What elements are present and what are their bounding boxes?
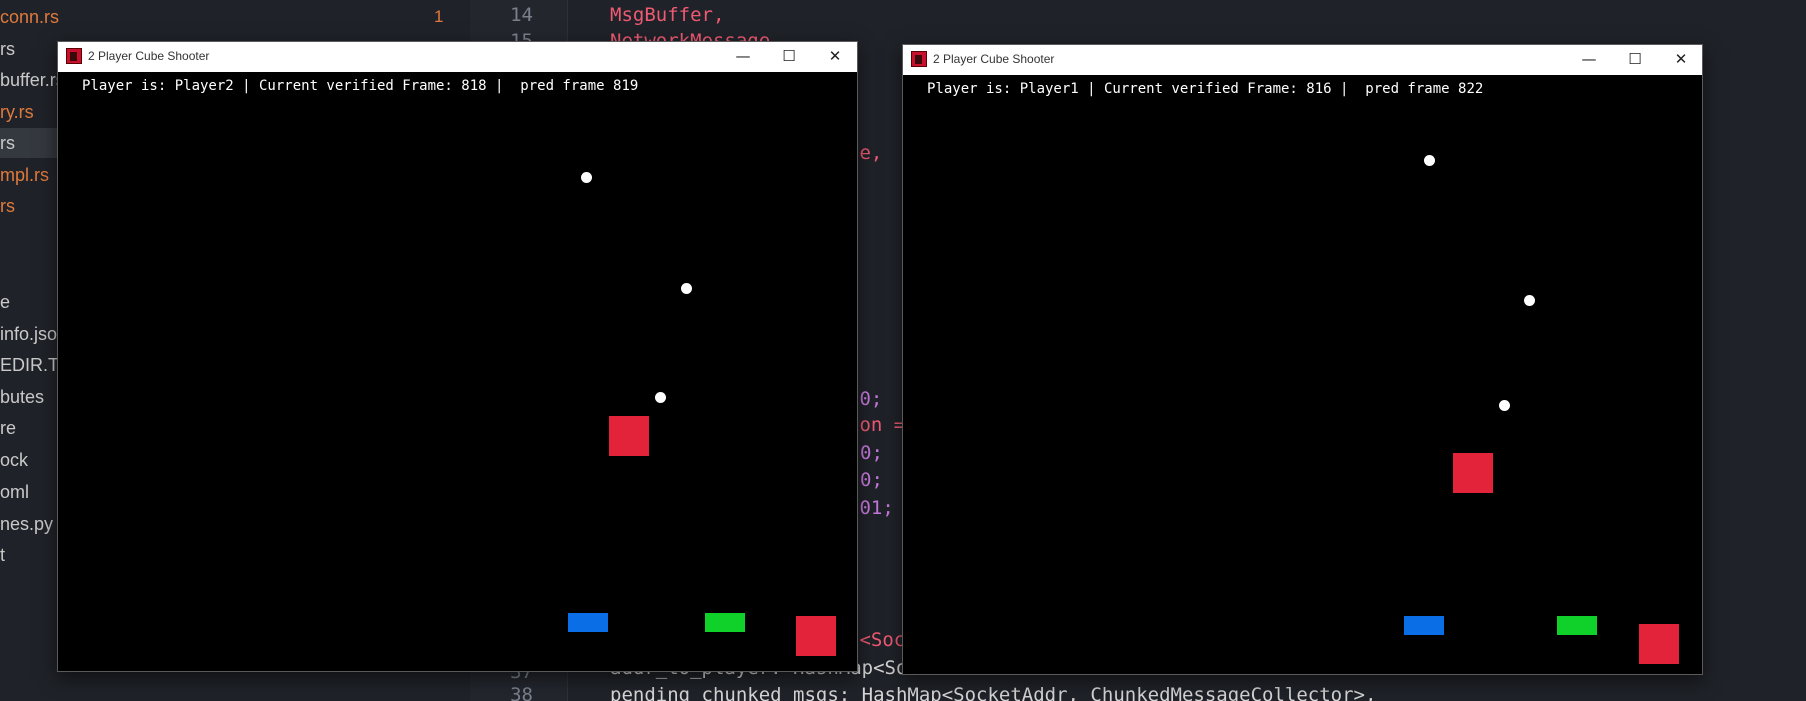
game-canvas[interactable]: Player is: Player2 | Current verified Fr… bbox=[58, 72, 857, 671]
file-explorer-item-label: mpl.rs bbox=[0, 165, 49, 185]
file-explorer-item-label: rs bbox=[0, 196, 15, 216]
window-titlebar[interactable]: 2 Player Cube Shooter — ☐ ✕ bbox=[903, 45, 1702, 75]
bullet bbox=[581, 172, 592, 183]
enemy-cube bbox=[609, 416, 649, 456]
bullet bbox=[1424, 155, 1435, 166]
file-explorer-item[interactable]: butes bbox=[0, 382, 44, 412]
player-blue-block bbox=[1404, 616, 1444, 635]
file-explorer-item[interactable]: nes.py bbox=[0, 509, 53, 539]
game-app-icon bbox=[66, 48, 82, 64]
file-explorer-item[interactable]: e bbox=[0, 287, 10, 317]
maximize-button[interactable]: ☐ bbox=[766, 42, 812, 72]
bullet bbox=[1499, 400, 1510, 411]
game-window-player2[interactable]: 2 Player Cube Shooter — ☐ ✕ Player is: P… bbox=[57, 41, 858, 672]
file-explorer-item[interactable]: mpl.rs bbox=[0, 160, 49, 190]
file-explorer-item-label: conn.rs bbox=[0, 7, 60, 27]
file-explorer-item-label: buffer.rs bbox=[0, 70, 65, 90]
line-number: 14 bbox=[510, 4, 533, 26]
close-button[interactable]: ✕ bbox=[812, 42, 858, 72]
file-explorer-item-label: re bbox=[0, 418, 17, 438]
file-explorer-item-label: butes bbox=[0, 387, 45, 407]
minimize-button[interactable]: — bbox=[1566, 45, 1612, 75]
window-title: 2 Player Cube Shooter bbox=[88, 49, 210, 63]
file-explorer-item-label: rs bbox=[0, 133, 15, 153]
enemy-cube bbox=[1453, 453, 1493, 493]
game-app-icon bbox=[911, 51, 927, 67]
file-explorer-item-label: oml bbox=[0, 482, 30, 502]
file-explorer-item-label: t bbox=[0, 545, 6, 565]
file-explorer-item[interactable]: rs bbox=[0, 191, 15, 221]
file-explorer-item[interactable]: buffer.rs bbox=[0, 65, 65, 95]
close-button[interactable]: ✕ bbox=[1658, 45, 1704, 75]
player-green-block bbox=[1557, 616, 1597, 635]
enemy-cube bbox=[796, 616, 836, 656]
game-window-player1[interactable]: 2 Player Cube Shooter — ☐ ✕ Player is: P… bbox=[902, 44, 1703, 675]
file-explorer-item-label: e bbox=[0, 292, 11, 312]
bullet bbox=[681, 283, 692, 294]
file-explorer-item[interactable]: ry.rs bbox=[0, 97, 34, 127]
file-explorer-item[interactable]: t bbox=[0, 540, 5, 570]
code-fragment: pending_chunked_msgs: HashMap<SocketAddr… bbox=[610, 684, 1377, 701]
frame-status-text: Player is: Player2 | Current verified Fr… bbox=[82, 78, 639, 94]
player-green-block bbox=[705, 613, 745, 632]
code-fragment: 0; bbox=[860, 469, 883, 491]
maximize-button[interactable]: ☐ bbox=[1612, 45, 1658, 75]
code-fragment: 0; bbox=[860, 442, 883, 464]
bullet bbox=[655, 392, 666, 403]
bullet bbox=[1524, 295, 1535, 306]
frame-status-text: Player is: Player1 | Current verified Fr… bbox=[927, 81, 1484, 97]
file-explorer-item[interactable]: re bbox=[0, 413, 16, 443]
file-explorer-item[interactable]: ock bbox=[0, 445, 28, 475]
minimize-button[interactable]: — bbox=[720, 42, 766, 72]
file-explorer-item-label: ry.rs bbox=[0, 102, 34, 122]
enemy-cube bbox=[1639, 624, 1679, 664]
window-title: 2 Player Cube Shooter bbox=[933, 52, 1055, 66]
file-explorer-item-label: ock bbox=[0, 450, 29, 470]
line-number: 38 bbox=[510, 684, 533, 701]
file-explorer-item[interactable]: conn.rs 1 bbox=[0, 2, 443, 32]
code-fragment: MsgBuffer, bbox=[610, 4, 725, 26]
game-canvas[interactable]: Player is: Player1 | Current verified Fr… bbox=[903, 75, 1702, 674]
player-blue-block bbox=[568, 613, 608, 632]
file-explorer-item-label: nes.py bbox=[0, 514, 54, 534]
file-explorer-item[interactable]: oml bbox=[0, 477, 29, 507]
file-explorer-item-label: rs bbox=[0, 39, 15, 59]
window-titlebar[interactable]: 2 Player Cube Shooter — ☐ ✕ bbox=[58, 42, 857, 72]
problem-count-badge: 1 bbox=[434, 7, 444, 26]
file-explorer-item[interactable]: rs bbox=[0, 34, 15, 64]
